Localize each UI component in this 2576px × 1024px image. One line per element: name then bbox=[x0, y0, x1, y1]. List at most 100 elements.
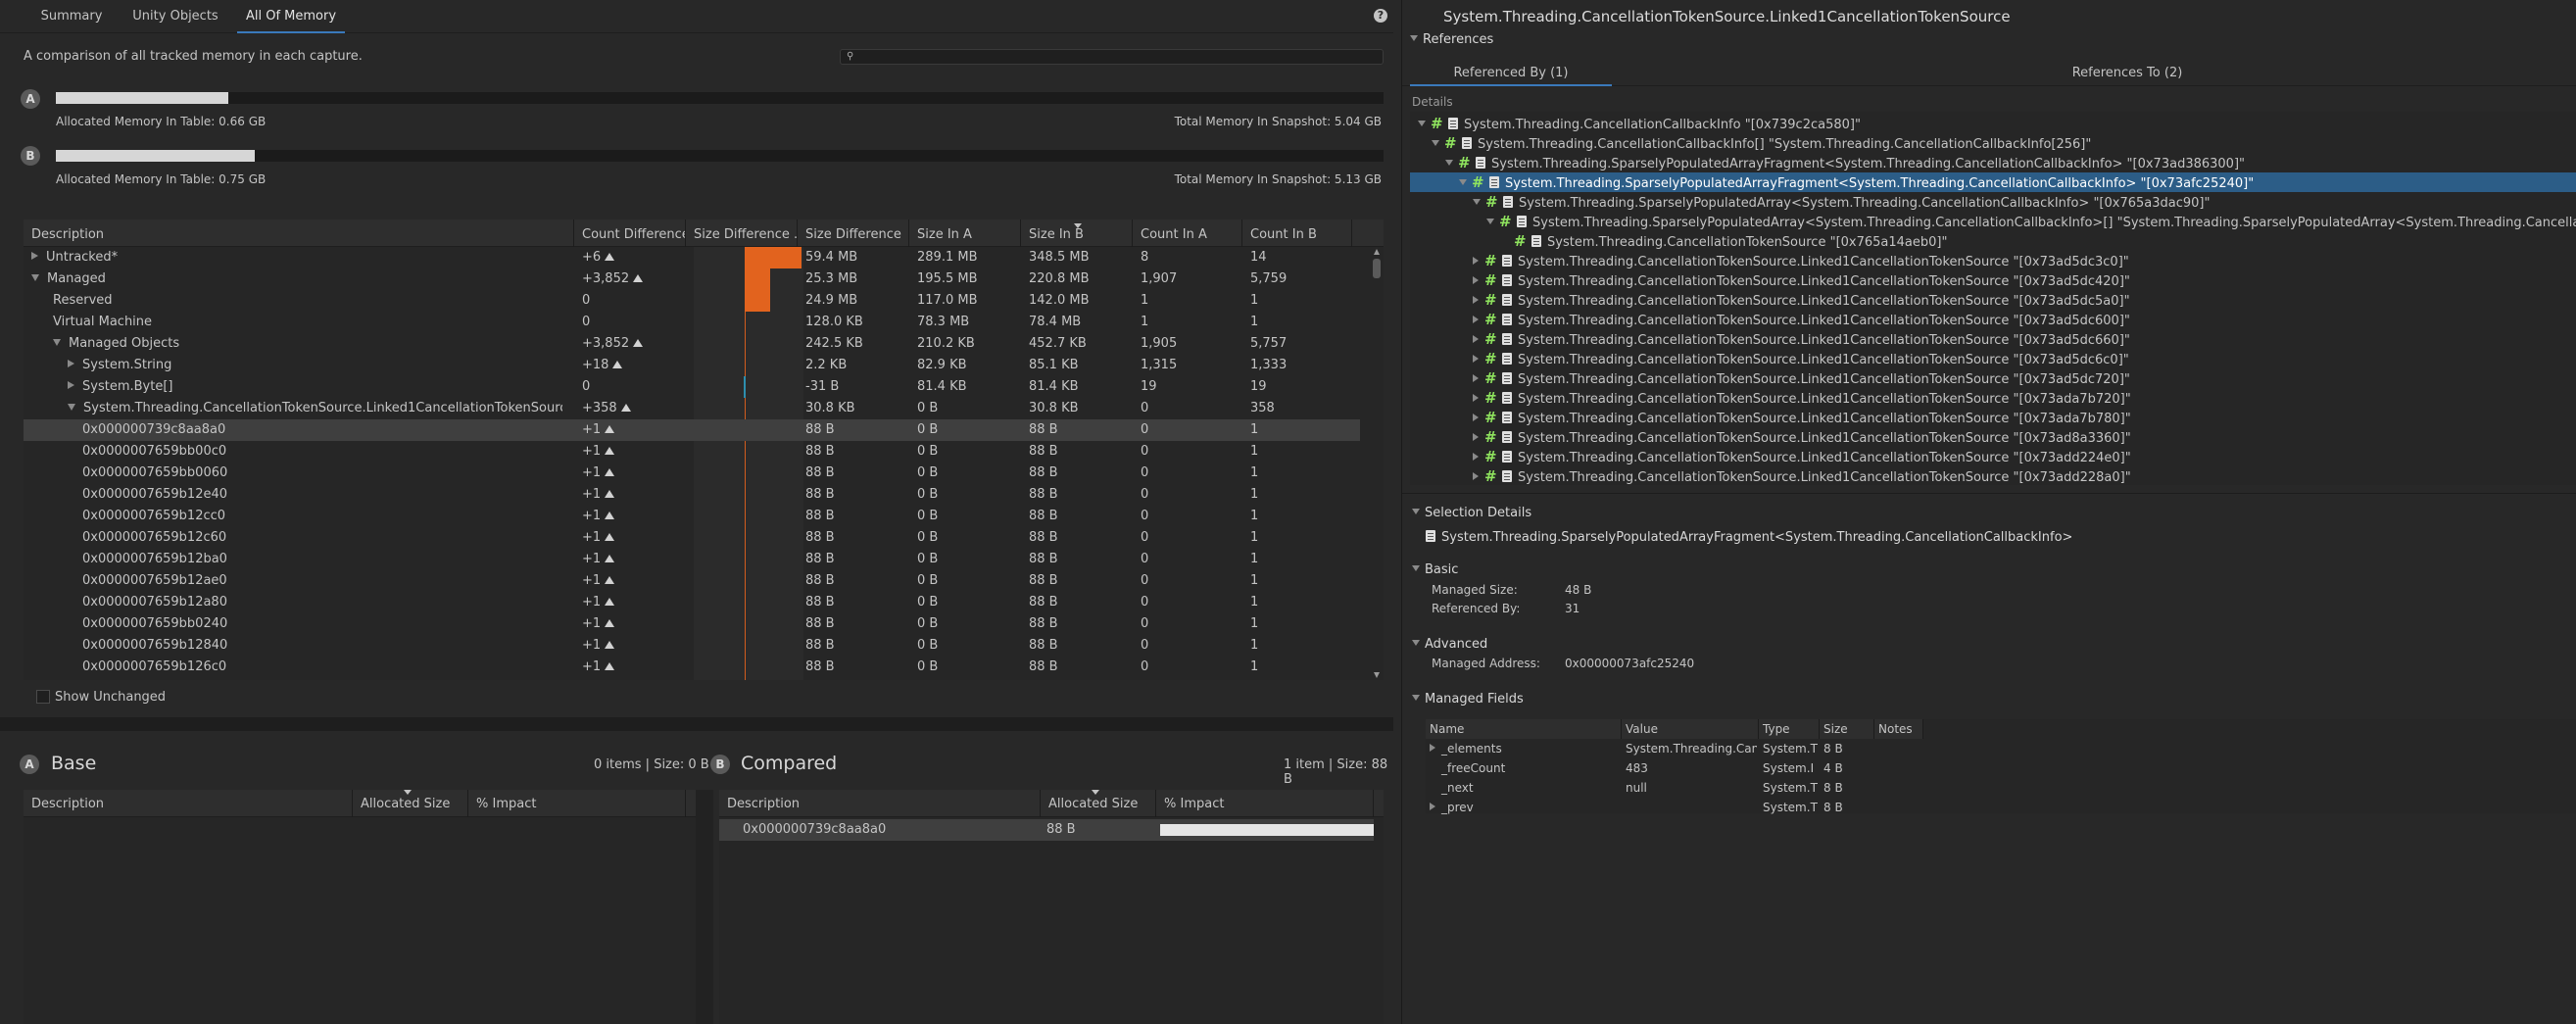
table-row[interactable]: _next null System.T 8 B bbox=[1426, 778, 2576, 798]
mf-col-name[interactable]: Name bbox=[1426, 719, 1622, 739]
tree-item[interactable]: # System.Threading.CancellationTokenSourc… bbox=[1410, 251, 2576, 270]
chevron-down-icon[interactable] bbox=[1459, 179, 1467, 185]
tab-unity-objects[interactable]: Unity Objects bbox=[123, 0, 227, 33]
mf-col-size[interactable]: Size bbox=[1820, 719, 1874, 739]
mf-col-notes[interactable]: Notes bbox=[1874, 719, 1923, 739]
show-unchanged-checkbox[interactable] bbox=[36, 690, 50, 704]
chevron-down-icon[interactable] bbox=[1432, 140, 1439, 146]
tree-item[interactable]: # System.Threading.CancellationTokenSourc… bbox=[1410, 231, 2576, 251]
table-row[interactable]: 0x0000007659b12ba0 +1 88 B 0 B 88 B 0 1 bbox=[24, 549, 1360, 570]
table-row[interactable]: 0x0000007659b12cc0 +1 88 B 0 B 88 B 0 1 bbox=[24, 506, 1360, 527]
scroll-up-icon[interactable] bbox=[1374, 249, 1380, 255]
chevron-right-icon[interactable] bbox=[1473, 374, 1479, 382]
col-count-in-b[interactable]: Count In B bbox=[1242, 219, 1352, 247]
tree-item[interactable]: # System.Threading.SparselyPopulatedArray… bbox=[1410, 192, 2576, 212]
help-icon[interactable]: ? bbox=[1374, 9, 1387, 23]
table-row[interactable]: System.Threading.CancellationTokenSource… bbox=[24, 398, 1360, 419]
table-row[interactable]: _prev System.T 8 B bbox=[1426, 798, 2576, 817]
chevron-right-icon[interactable] bbox=[68, 360, 74, 367]
tree-item[interactable]: # System.Threading.CancellationTokenSourc… bbox=[1410, 349, 2576, 368]
chevron-down-icon[interactable] bbox=[68, 404, 75, 411]
tree-item[interactable]: # System.Threading.CancellationTokenSourc… bbox=[1410, 290, 2576, 310]
chevron-right-icon[interactable] bbox=[1473, 453, 1479, 461]
chevron-right-icon[interactable] bbox=[1473, 472, 1479, 480]
chevron-right-icon[interactable] bbox=[1430, 803, 1435, 810]
base-col-description[interactable]: Description bbox=[24, 790, 353, 817]
chevron-right-icon[interactable] bbox=[1473, 276, 1479, 284]
tab-all-of-memory[interactable]: All Of Memory bbox=[237, 0, 345, 33]
tree-item[interactable]: # System.Threading.CancellationTokenSourc… bbox=[1410, 388, 2576, 408]
references-header[interactable]: References bbox=[1410, 32, 1493, 47]
tab-references-to[interactable]: References To (2) bbox=[1990, 61, 2264, 86]
table-row[interactable]: 0x000000739c8aa8a0 88 B bbox=[719, 819, 1374, 841]
tab-referenced-by[interactable]: Referenced By (1) bbox=[1410, 61, 1612, 86]
table-row[interactable]: 0x0000007659bb00c0 +1 88 B 0 B 88 B 0 1 bbox=[24, 441, 1360, 463]
table-row[interactable]: 0x0000007659b126c0 +1 88 B 0 B 88 B 0 1 bbox=[24, 657, 1360, 678]
chevron-down-icon[interactable] bbox=[53, 339, 61, 346]
compared-col-description[interactable]: Description bbox=[719, 790, 1041, 817]
chevron-down-icon[interactable] bbox=[1486, 219, 1494, 224]
basic-header[interactable]: Basic bbox=[1412, 562, 1458, 577]
chevron-right-icon[interactable] bbox=[1430, 744, 1435, 752]
table-row[interactable]: 0x0000007659b12840 +1 88 B 0 B 88 B 0 1 bbox=[24, 635, 1360, 657]
scroll-thumb[interactable] bbox=[1373, 259, 1381, 278]
table-row[interactable]: 0x0000007659bb0240 +1 88 B 0 B 88 B 0 1 bbox=[24, 613, 1360, 635]
search-input[interactable]: ⚲ bbox=[840, 49, 1384, 65]
table-row[interactable]: Reserved 0 24.9 MB 117.0 MB 142.0 MB 1 1 bbox=[24, 290, 1360, 312]
col-size-in-a[interactable]: Size In A bbox=[909, 219, 1021, 247]
col-count-in-a[interactable]: Count In A bbox=[1133, 219, 1242, 247]
table-row[interactable]: Untracked* +6 59.4 MB 289.1 MB 348.5 MB 8 14 bbox=[24, 247, 1360, 268]
table-row[interactable]: Managed Objects +3,852 242.5 KB 210.2 KB 452… bbox=[24, 333, 1360, 355]
tree-item[interactable]: # System.Threading.CancellationTokenSourc… bbox=[1410, 466, 2576, 485]
table-row[interactable]: System.String +18 2.2 KB 82.9 KB 85.1 KB 1,31… bbox=[24, 355, 1360, 376]
table-row[interactable]: _elements System.Threading.Canc System.T 8 … bbox=[1426, 739, 2576, 758]
tree-item[interactable]: # System.Threading.CancellationTokenSourc… bbox=[1410, 368, 2576, 388]
table-row[interactable]: 0x0000007659b12e40 +1 88 B 0 B 88 B 0 1 bbox=[24, 484, 1360, 506]
table-row[interactable]: 0x000000739c8aa8a0 +1 88 B 0 B 88 B 0 1 bbox=[24, 419, 1360, 441]
chevron-right-icon[interactable] bbox=[1473, 257, 1479, 265]
chevron-right-icon[interactable] bbox=[31, 252, 38, 260]
tree-item[interactable]: # System.Threading.SparselyPopulatedArray… bbox=[1410, 153, 2576, 172]
table-row[interactable]: _freeCount 483 System.I 4 B bbox=[1426, 758, 2576, 778]
tree-item[interactable]: # System.Threading.CancellationCallbackIn… bbox=[1410, 114, 2576, 133]
col-size-difference-bar[interactable]: Size Difference ... bbox=[686, 219, 798, 247]
tree-item[interactable]: # System.Threading.CancellationTokenSourc… bbox=[1410, 427, 2576, 447]
tree-item[interactable]: # System.Threading.CancellationTokenSourc… bbox=[1410, 447, 2576, 466]
table-row[interactable]: System.Byte[] 0 -31 B 81.4 KB 81.4 KB 19 19 bbox=[24, 376, 1360, 398]
table-row[interactable]: 0x0000007659b12c60 +1 88 B 0 B 88 B 0 1 bbox=[24, 527, 1360, 549]
tree-item[interactable]: # System.Threading.SparselyPopulatedArray… bbox=[1410, 172, 2576, 192]
splitter[interactable] bbox=[0, 717, 1393, 731]
table-row[interactable]: Virtual Machine 0 128.0 KB 78.3 MB 78.4 MB 1 1 bbox=[24, 312, 1360, 333]
table-row[interactable]: Managed +3,852 25.3 MB 195.5 MB 220.8 MB 1,90… bbox=[24, 268, 1360, 290]
scroll-down-icon[interactable] bbox=[1374, 672, 1380, 678]
chevron-right-icon[interactable] bbox=[68, 381, 74, 389]
chevron-right-icon[interactable] bbox=[1473, 433, 1479, 441]
table-scrollbar[interactable] bbox=[1370, 247, 1384, 680]
chevron-down-icon[interactable] bbox=[31, 274, 39, 281]
mf-col-type[interactable]: Type bbox=[1759, 719, 1820, 739]
tab-summary[interactable]: Summary bbox=[29, 0, 114, 33]
chevron-down-icon[interactable] bbox=[1418, 121, 1426, 126]
tree-item[interactable]: # System.Threading.CancellationTokenSourc… bbox=[1410, 270, 2576, 290]
tree-item[interactable]: # System.Threading.CancellationTokenSourc… bbox=[1410, 329, 2576, 349]
chevron-right-icon[interactable] bbox=[1473, 316, 1479, 323]
tree-item[interactable]: # System.Threading.CancellationTokenSourc… bbox=[1410, 408, 2576, 427]
chevron-right-icon[interactable] bbox=[1473, 414, 1479, 421]
chevron-right-icon[interactable] bbox=[1473, 335, 1479, 343]
table-row[interactable]: 0x0000007659b12a80 +1 88 B 0 B 88 B 0 1 bbox=[24, 592, 1360, 613]
chevron-down-icon[interactable] bbox=[1445, 160, 1453, 166]
table-row[interactable]: 0x0000007659bb0060 +1 88 B 0 B 88 B 0 1 bbox=[24, 463, 1360, 484]
chevron-down-icon[interactable] bbox=[1473, 199, 1481, 205]
col-description[interactable]: Description bbox=[24, 219, 574, 247]
tree-item[interactable]: # System.Threading.CancellationTokenSourc… bbox=[1410, 310, 2576, 329]
chevron-right-icon[interactable] bbox=[1473, 355, 1479, 363]
mf-col-value[interactable]: Value bbox=[1622, 719, 1759, 739]
advanced-header[interactable]: Advanced bbox=[1412, 637, 1487, 652]
chevron-right-icon[interactable] bbox=[1473, 296, 1479, 304]
col-count-difference[interactable]: Count Difference bbox=[574, 219, 686, 247]
selection-details-header[interactable]: Selection Details bbox=[1412, 506, 1531, 520]
table-row[interactable]: 0x0000007659b12ae0 +1 88 B 0 B 88 B 0 1 bbox=[24, 570, 1360, 592]
base-col-impact[interactable]: % Impact bbox=[468, 790, 686, 817]
tree-item[interactable]: # System.Threading.CancellationCallbackIn… bbox=[1410, 133, 2576, 153]
compared-col-impact[interactable]: % Impact bbox=[1156, 790, 1374, 817]
